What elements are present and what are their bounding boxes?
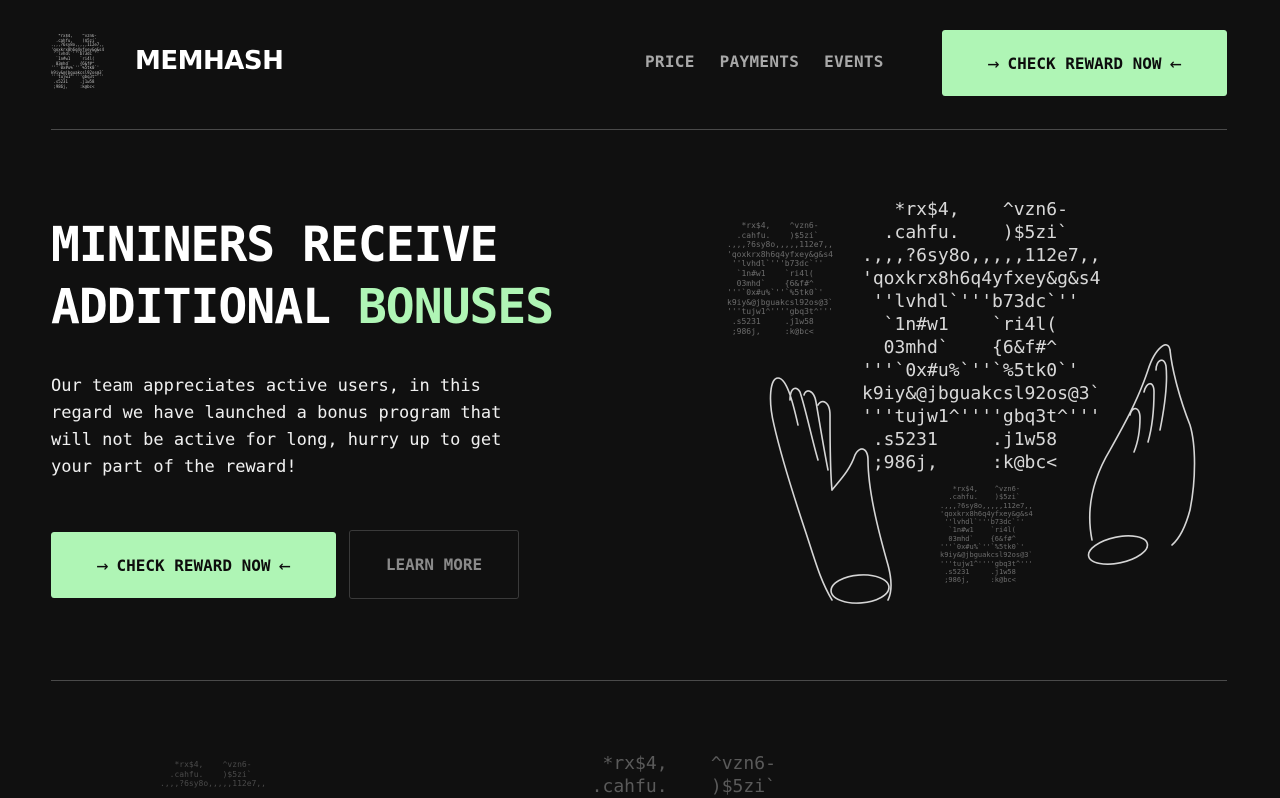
ascii-art-small: *rx$4, ^vzn6- .cahfu. )$5zi` .,,,?6sy8o,… <box>727 221 833 336</box>
learn-more-button[interactable]: LEARN MORE <box>349 530 519 599</box>
main-nav: PRICE PAYMENTS EVENTS <box>645 52 884 71</box>
hero-check-reward-button[interactable]: → CHECK REWARD NOW ← <box>51 532 336 598</box>
hero-description: Our team appreciates active users, in th… <box>51 376 502 477</box>
right-hand-icon <box>1087 344 1196 565</box>
arrow-left-icon: ← <box>1169 51 1182 75</box>
hero-title-line1: MININERS RECEIVE <box>51 217 498 273</box>
hero-title: MININERS RECEIVE ADDITIONAL BONUSES <box>51 214 554 338</box>
logo-ascii-art[interactable]: *rx$4, ^vzn6- .cahfu. )$5zi` .,,,?6sy8o,… <box>51 34 117 94</box>
header-divider <box>51 129 1227 130</box>
header-check-reward-label: CHECK REWARD NOW <box>1007 53 1162 73</box>
hero-title-accent: BONUSES <box>357 279 554 335</box>
section-divider <box>51 680 1227 681</box>
hero-title-line2: ADDITIONAL <box>51 279 358 335</box>
header-check-reward-button[interactable]: → CHECK REWARD NOW ← <box>942 30 1227 96</box>
arrow-right-icon: → <box>96 553 109 577</box>
arrow-right-icon: → <box>987 51 1000 75</box>
hero-check-reward-label: CHECK REWARD NOW <box>116 555 271 575</box>
brand-name[interactable]: MEMHASH <box>135 46 284 76</box>
nav-link-payments[interactable]: PAYMENTS <box>720 52 799 71</box>
nav-link-price[interactable]: PRICE <box>645 52 695 71</box>
nav-link-events[interactable]: EVENTS <box>824 52 884 71</box>
hands-illustration <box>769 344 1196 604</box>
site-header: *rx$4, ^vzn6- .cahfu. )$5zi` .,,,?6sy8o,… <box>51 30 1227 96</box>
arrow-left-icon: ← <box>278 553 291 577</box>
ascii-art-bottom: *rx$4, ^vzn6- .cahfu. )$5zi` <box>591 753 776 797</box>
left-hand-icon <box>769 377 892 604</box>
ascii-art-bottom-small: *rx$4, ^vzn6- .cahfu. )$5zi` .,,,?6sy8o,… <box>160 760 266 789</box>
